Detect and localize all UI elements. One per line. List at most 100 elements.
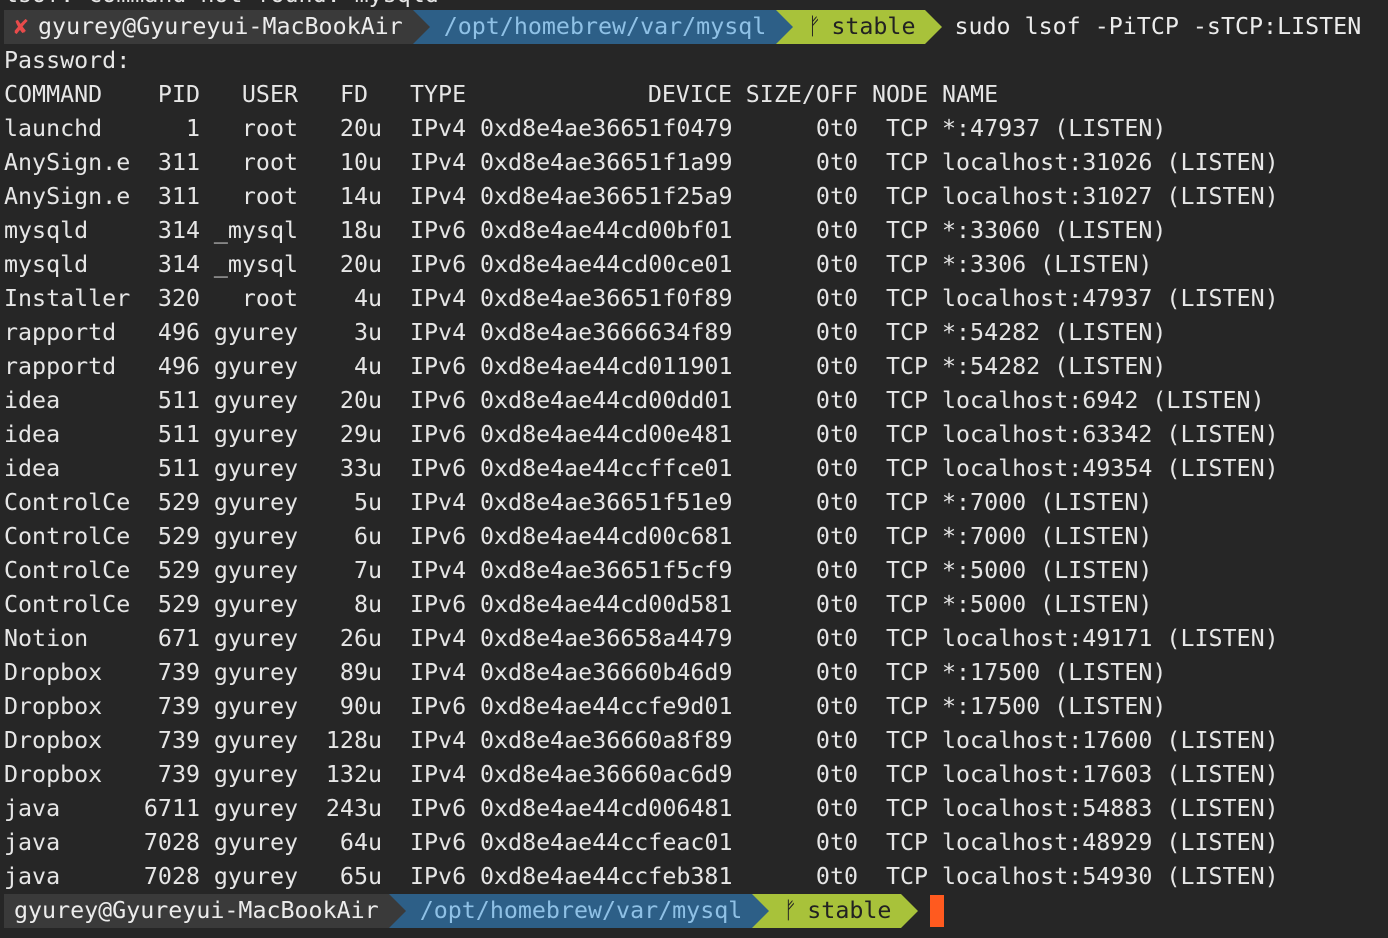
header-command: COMMAND xyxy=(4,81,103,108)
cell-type: IPv6 xyxy=(410,863,467,890)
cell-type: IPv6 xyxy=(410,251,467,278)
cell-command: mysqld xyxy=(4,217,89,244)
error-x-icon: ✘ xyxy=(14,13,29,40)
cell-fd: 4u xyxy=(353,285,382,312)
cell-command: ControlCe xyxy=(4,557,131,584)
header-node: NODE xyxy=(872,81,929,108)
header-device: DEVICE xyxy=(647,81,732,108)
cell-user: root xyxy=(241,115,298,142)
cell-user: root xyxy=(241,183,298,210)
cell-command: java xyxy=(4,863,61,890)
cell-node: TCP xyxy=(886,625,929,652)
header-user: USER xyxy=(241,81,298,108)
cell-name: *:54282 (LISTEN) xyxy=(942,319,1167,346)
cell-command: Dropbox xyxy=(4,727,103,754)
cell-pid: 311 xyxy=(157,183,200,210)
cell-node: TCP xyxy=(886,251,929,278)
cell-fd: 20u xyxy=(339,251,382,278)
cell-type: IPv4 xyxy=(410,489,467,516)
cell-user: gyurey xyxy=(213,421,298,448)
prompt-git-segment: ᚠ stable xyxy=(793,10,926,44)
cell-size-off: 0t0 xyxy=(815,421,858,448)
cell-size-off: 0t0 xyxy=(815,251,858,278)
header-pid: PID xyxy=(157,81,200,108)
cell-fd: 8u xyxy=(353,591,382,618)
cell-fd: 3u xyxy=(353,319,382,346)
cell-type: IPv6 xyxy=(410,353,467,380)
cell-name: *:5000 (LISTEN) xyxy=(942,557,1153,584)
cell-fd: 20u xyxy=(339,387,382,414)
cell-type: IPv4 xyxy=(410,319,467,346)
cell-user: gyurey xyxy=(213,693,298,720)
cell-fd: 7u xyxy=(353,557,382,584)
git-branch-icon: ᚠ xyxy=(807,13,822,40)
cell-name: localhost:17603 (LISTEN) xyxy=(942,761,1279,788)
terminal-window[interactable]: lsof: command not found: mysqld ✘ gyurey… xyxy=(0,0,1388,938)
cell-pid: 311 xyxy=(157,149,200,176)
cell-name: localhost:49354 (LISTEN) xyxy=(942,455,1279,482)
cell-pid: 314 xyxy=(157,217,200,244)
cell-device: 0xd8e4ae44cd00e481 xyxy=(480,421,733,448)
cell-device: 0xd8e4ae36660ac6d9 xyxy=(480,761,733,788)
cell-size-off: 0t0 xyxy=(815,557,858,584)
prompt-git-segment: ᚠ stable xyxy=(769,894,902,928)
cell-command: rapportd xyxy=(4,319,117,346)
prompt-user-host: gyurey@Gyureyui-MacBookAir xyxy=(14,897,379,924)
cell-type: IPv4 xyxy=(410,727,467,754)
cell-command: java xyxy=(4,795,61,822)
cell-user: gyurey xyxy=(213,353,298,380)
cell-type: IPv6 xyxy=(410,795,467,822)
cell-fd: 132u xyxy=(325,761,382,788)
cell-node: TCP xyxy=(886,387,929,414)
cell-fd: 26u xyxy=(339,625,382,652)
cell-pid: 511 xyxy=(157,421,200,448)
cell-device: 0xd8e4ae36651f5cf9 xyxy=(480,557,733,584)
cell-size-off: 0t0 xyxy=(815,591,858,618)
cell-command: java xyxy=(4,829,61,856)
cell-user: gyurey xyxy=(213,659,298,686)
cell-user: root xyxy=(241,149,298,176)
cell-fd: 29u xyxy=(339,421,382,448)
cell-device: 0xd8e4ae36660a8f89 xyxy=(480,727,733,754)
prompt-git-branch: stable xyxy=(831,13,916,40)
cell-name: localhost:54930 (LISTEN) xyxy=(942,863,1279,890)
cell-user: gyurey xyxy=(213,863,298,890)
shell-prompt-previous: ✘ gyurey@Gyureyui-MacBookAir /opt/homebr… xyxy=(4,10,1361,44)
cell-pid: 739 xyxy=(157,761,200,788)
cell-name: localhost:6942 (LISTEN) xyxy=(942,387,1265,414)
prompt-git-branch: stable xyxy=(807,897,892,924)
cell-type: IPv4 xyxy=(410,761,467,788)
cell-size-off: 0t0 xyxy=(815,353,858,380)
cell-device: 0xd8e4ae36651f0479 xyxy=(480,115,733,142)
cell-fd: 33u xyxy=(339,455,382,482)
cell-command: AnySign.e xyxy=(4,149,131,176)
cell-name: localhost:31027 (LISTEN) xyxy=(942,183,1279,210)
cell-size-off: 0t0 xyxy=(815,183,858,210)
header-fd: FD xyxy=(340,81,369,108)
cell-type: IPv6 xyxy=(410,829,467,856)
prompt-path-segment: /opt/homebrew/var/mysql xyxy=(429,10,777,44)
cell-type: IPv6 xyxy=(410,523,467,550)
cell-pid: 529 xyxy=(157,489,200,516)
cell-name: localhost:54883 (LISTEN) xyxy=(942,795,1279,822)
cell-user: root xyxy=(241,285,298,312)
cell-size-off: 0t0 xyxy=(815,761,858,788)
cell-size-off: 0t0 xyxy=(815,625,858,652)
cell-command: Dropbox xyxy=(4,761,103,788)
cell-name: *:7000 (LISTEN) xyxy=(942,489,1153,516)
cell-size-off: 0t0 xyxy=(815,217,858,244)
cell-pid: 529 xyxy=(157,523,200,550)
cell-command: ControlCe xyxy=(4,523,131,550)
cell-device: 0xd8e4ae44ccffce01 xyxy=(480,455,733,482)
cell-name: *:3306 (LISTEN) xyxy=(942,251,1153,278)
cell-user: gyurey xyxy=(213,795,298,822)
header-type: TYPE xyxy=(410,81,467,108)
cell-node: TCP xyxy=(886,183,929,210)
cell-node: TCP xyxy=(886,693,929,720)
cell-user: gyurey xyxy=(213,829,298,856)
cell-node: TCP xyxy=(886,319,929,346)
powerline-separator-icon xyxy=(776,10,794,44)
terminal-cursor[interactable] xyxy=(930,895,945,927)
cell-name: localhost:47937 (LISTEN) xyxy=(942,285,1279,312)
typed-command: sudo lsof -PiTCP -sTCP:LISTEN xyxy=(954,13,1362,40)
